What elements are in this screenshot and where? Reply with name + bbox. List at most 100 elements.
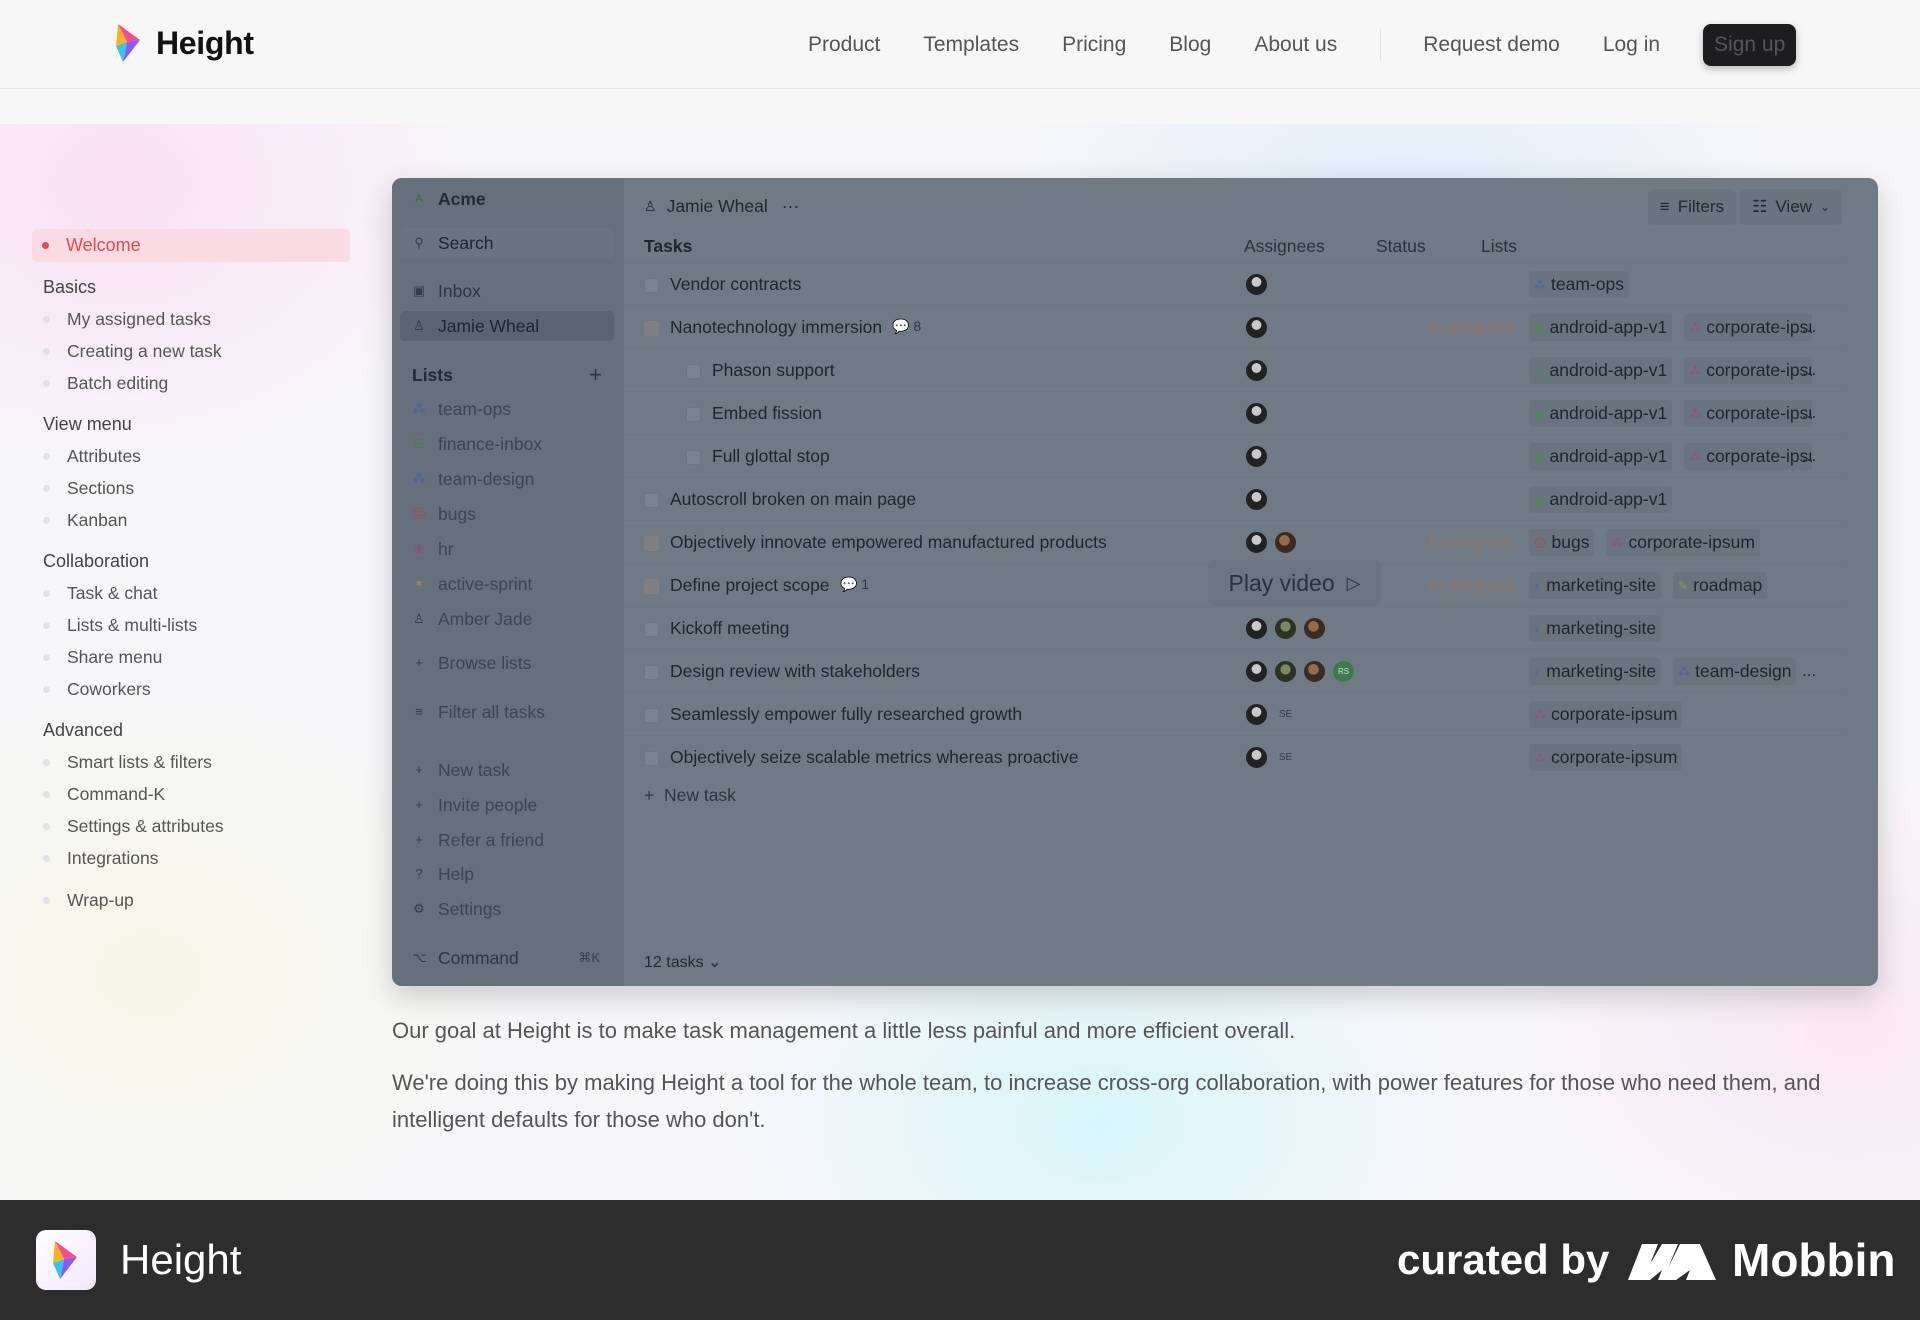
- list-chip[interactable]: ⁂ team-design: [1673, 658, 1797, 685]
- assignees[interactable]: [1244, 315, 1269, 340]
- search-row[interactable]: ⚲ Search: [400, 228, 614, 258]
- task-checkbox[interactable]: [686, 364, 701, 379]
- filters-button[interactable]: ≡ Filters: [1647, 189, 1736, 225]
- list-chip[interactable]: ◐ marketing-site: [1529, 658, 1662, 685]
- sidebar-item-inbox[interactable]: ▣ Inbox: [400, 276, 614, 306]
- task-row[interactable]: Vendor contracts ⁂ team-ops: [624, 262, 1842, 305]
- task-checkbox[interactable]: [644, 579, 659, 594]
- task-row[interactable]: Seamlessly empower fully researched grow…: [624, 692, 1842, 735]
- sidebar-list-item[interactable]: ✶ active-sprint: [400, 569, 614, 599]
- assignees[interactable]: [1244, 358, 1269, 383]
- task-checkbox[interactable]: [644, 493, 659, 508]
- list-chip[interactable]: ◉ android-app-v1: [1529, 486, 1673, 513]
- docs-item[interactable]: Command-K: [32, 778, 350, 810]
- docs-item[interactable]: Task & chat: [32, 577, 350, 609]
- list-chip[interactable]: ⁂ corporate-ipsum: [1684, 443, 1812, 470]
- assignees[interactable]: RS: [1244, 659, 1356, 684]
- view-title[interactable]: ♙ Jamie Wheal ···: [644, 196, 799, 217]
- task-checkbox[interactable]: [686, 407, 701, 422]
- docs-group-title[interactable]: View menu: [32, 409, 350, 440]
- list-chip[interactable]: ⁂ corporate-ipsum: [1684, 314, 1812, 341]
- list-chip[interactable]: ⁂ corporate-ipsum: [1529, 701, 1683, 728]
- brand-logo[interactable]: Height: [114, 24, 254, 62]
- sidebar-list-item[interactable]: ♙ Amber Jade: [400, 604, 614, 634]
- task-row[interactable]: Nanotechnology immersion 💬 8 In progress ◉ a…: [624, 305, 1842, 348]
- task-checkbox[interactable]: [644, 321, 659, 336]
- task-checkbox[interactable]: [644, 536, 659, 551]
- add-list-icon[interactable]: +: [589, 362, 602, 388]
- lists-section-header[interactable]: Lists +: [400, 360, 614, 390]
- task-row[interactable]: Phason support ◉ android-app-v1 ⁂ corporate-…: [624, 348, 1842, 391]
- assignees[interactable]: [1244, 401, 1269, 426]
- task-row[interactable]: Objectively innovate empowered manufactu…: [624, 520, 1842, 563]
- task-checkbox[interactable]: [644, 751, 659, 766]
- list-chip[interactable]: ◉ android-app-v1: [1529, 357, 1673, 384]
- list-chip[interactable]: ⁂ corporate-ipsum: [1684, 400, 1812, 427]
- list-chip[interactable]: ◐ marketing-site: [1529, 572, 1662, 599]
- app-preview[interactable]: A Acme ⚲ Search ▣ Inbox ♙ Jamie Wheal Li…: [392, 178, 1878, 986]
- status-badge[interactable]: In progress: [1429, 318, 1514, 338]
- assignees[interactable]: [1244, 530, 1298, 555]
- signup-button[interactable]: Sign up: [1703, 23, 1797, 66]
- assignees[interactable]: [1244, 444, 1269, 469]
- workspace-switcher[interactable]: A Acme: [400, 184, 614, 214]
- docs-item[interactable]: Creating a new task: [32, 335, 350, 367]
- task-checkbox[interactable]: [644, 708, 659, 723]
- list-chip[interactable]: ◉ android-app-v1: [1529, 314, 1673, 341]
- more-icon[interactable]: ···: [782, 196, 799, 217]
- docs-item[interactable]: Share menu: [32, 641, 350, 673]
- invite-people-link[interactable]: + Invite people: [400, 790, 614, 820]
- status-badge[interactable]: In progress: [1429, 533, 1514, 553]
- task-checkbox[interactable]: [686, 450, 701, 465]
- docs-item-welcome[interactable]: Welcome: [32, 229, 350, 262]
- docs-item[interactable]: Lists & multi-lists: [32, 609, 350, 641]
- list-chip[interactable]: ◐ marketing-site: [1529, 615, 1662, 642]
- docs-item[interactable]: Coworkers: [32, 673, 350, 705]
- refer-friend-link[interactable]: + Refer a friend: [400, 825, 614, 855]
- docs-item-wrapup[interactable]: Wrap-up: [32, 884, 350, 916]
- docs-item[interactable]: My assigned tasks: [32, 303, 350, 335]
- view-button[interactable]: ☷ View ⌄: [1740, 189, 1842, 225]
- task-row[interactable]: Autoscroll broken on main page ◉ android-a…: [624, 477, 1842, 520]
- list-chip[interactable]: ☹ bugs: [1529, 529, 1595, 556]
- nav-blog[interactable]: Blog: [1169, 33, 1211, 57]
- docs-item[interactable]: Smart lists & filters: [32, 746, 350, 778]
- nav-about-us[interactable]: About us: [1254, 33, 1337, 57]
- nav-pricing[interactable]: Pricing: [1062, 33, 1126, 57]
- list-chip[interactable]: ◉ android-app-v1: [1529, 400, 1673, 427]
- sidebar-list-item[interactable]: ☰ finance-inbox: [400, 429, 614, 459]
- assignees[interactable]: [1244, 487, 1269, 512]
- list-chip[interactable]: ⁂ corporate-ipsum: [1684, 357, 1812, 384]
- task-checkbox[interactable]: [644, 622, 659, 637]
- new-task-link[interactable]: + New task: [400, 755, 614, 785]
- docs-group-title[interactable]: Collaboration: [32, 546, 350, 577]
- sidebar-list-item[interactable]: ☹ bugs: [400, 499, 614, 529]
- filter-all-tasks[interactable]: ≡ Filter all tasks: [400, 697, 614, 727]
- docs-group-title[interactable]: Advanced: [32, 715, 350, 746]
- docs-group-title[interactable]: Basics: [32, 272, 350, 303]
- browse-lists[interactable]: + Browse lists: [400, 648, 614, 678]
- assignees[interactable]: SE: [1244, 745, 1298, 770]
- request-demo-link[interactable]: Request demo: [1423, 33, 1560, 57]
- task-row[interactable]: Kickoff meeting ◐ marketing-site: [624, 606, 1842, 649]
- docs-item[interactable]: Kanban: [32, 504, 350, 536]
- settings-link[interactable]: ⚙ Settings: [400, 894, 614, 924]
- task-row[interactable]: Embed fission ◉ android-app-v1 ⁂ corporate-i…: [624, 391, 1842, 434]
- list-chip[interactable]: ✎ roadmap: [1673, 572, 1768, 599]
- assignees[interactable]: [1244, 272, 1269, 297]
- sidebar-list-item[interactable]: ⁂ team-ops: [400, 394, 614, 424]
- list-chip[interactable]: ⁂ team-ops: [1529, 271, 1629, 298]
- task-row[interactable]: Full glottal stop ◉ android-app-v1 ⁂ corpora…: [624, 434, 1842, 477]
- task-row[interactable]: Design review with stakeholders RS ◐ market…: [624, 649, 1842, 692]
- login-link[interactable]: Log in: [1603, 33, 1660, 57]
- help-link[interactable]: ? Help: [400, 859, 614, 889]
- docs-item[interactable]: Settings & attributes: [32, 810, 350, 842]
- status-badge[interactable]: In progress: [1429, 576, 1514, 596]
- assignees[interactable]: [1244, 616, 1327, 641]
- nav-product[interactable]: Product: [808, 33, 880, 57]
- list-chip[interactable]: ⁂ corporate-ipsum: [1529, 744, 1683, 771]
- docs-item[interactable]: Attributes: [32, 440, 350, 472]
- task-row[interactable]: Objectively seize scalable metrics where…: [624, 735, 1842, 778]
- sidebar-list-item[interactable]: ⁂ team-design: [400, 464, 614, 494]
- task-checkbox[interactable]: [644, 665, 659, 680]
